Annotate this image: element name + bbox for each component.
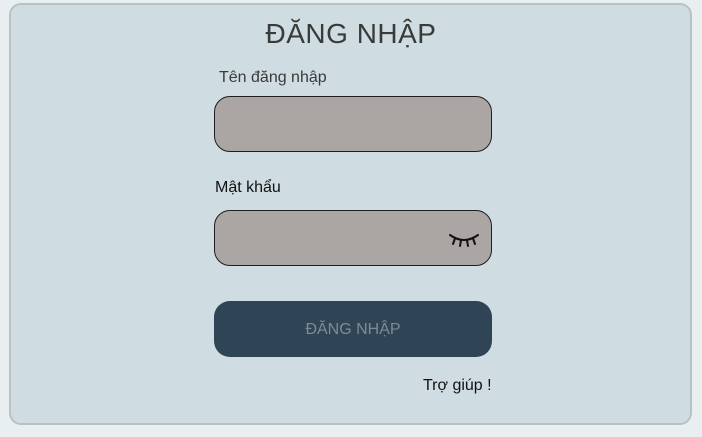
username-label: Tên đăng nhập: [219, 69, 327, 86]
page-title: ĐĂNG NHẬP: [265, 18, 437, 49]
username-input[interactable]: [229, 97, 453, 153]
login-button[interactable]: ĐĂNG NHẬP: [214, 301, 492, 357]
password-field[interactable]: [214, 210, 492, 267]
help-link[interactable]: Trợ giúp !: [423, 377, 492, 395]
password-label: Mật khẩu: [215, 179, 281, 196]
username-field[interactable]: [214, 96, 492, 153]
password-input[interactable]: [229, 211, 453, 267]
eye-closed-icon[interactable]: [447, 229, 481, 249]
